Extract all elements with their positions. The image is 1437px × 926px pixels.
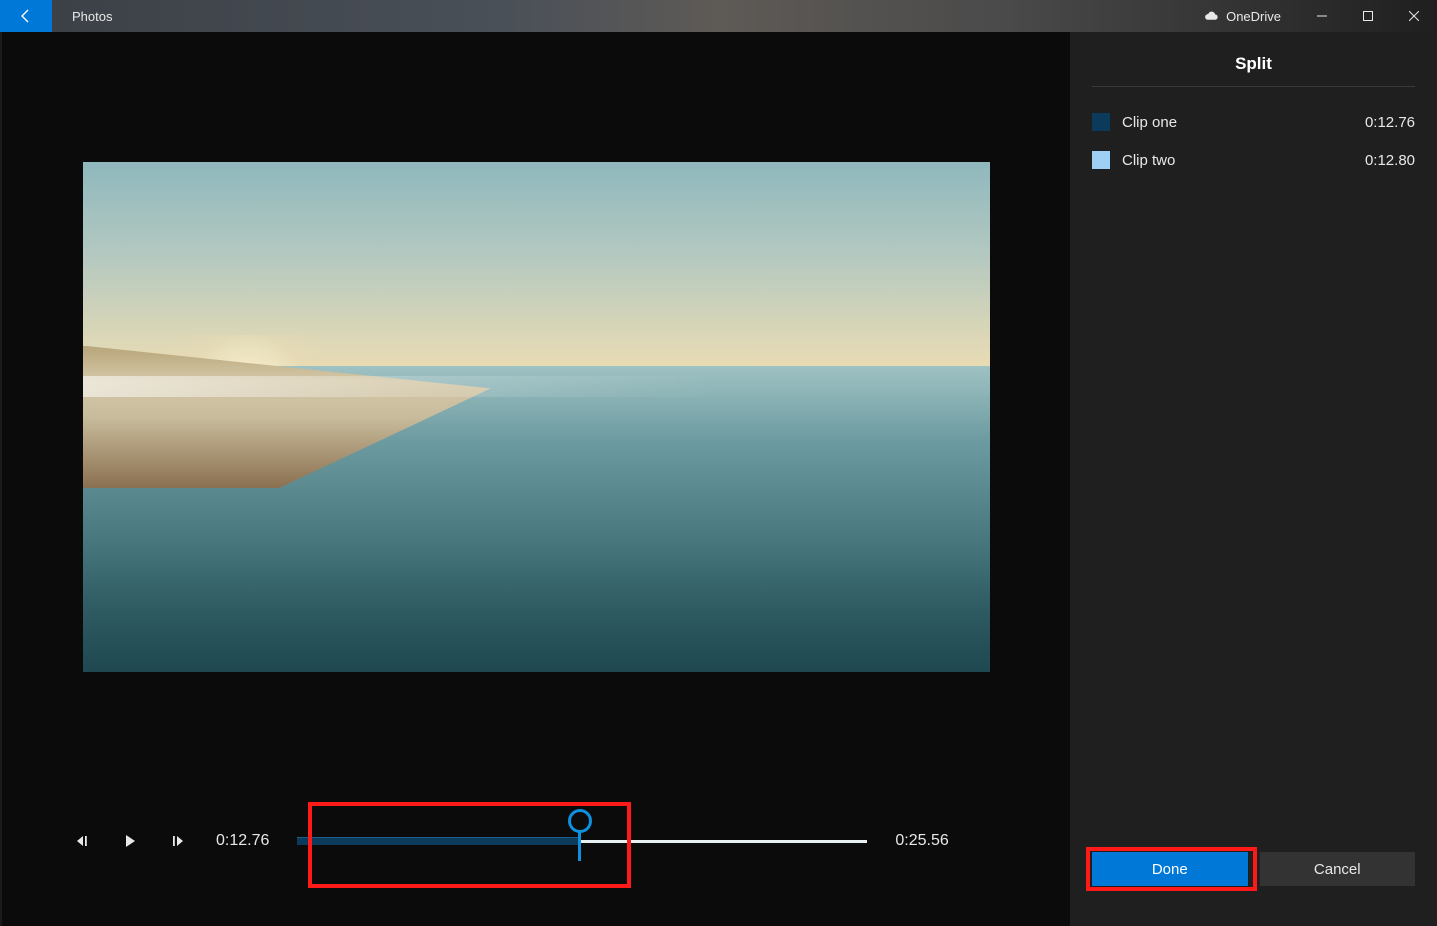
- panel-divider: [1092, 86, 1415, 87]
- title-bar: Photos OneDrive: [0, 0, 1437, 32]
- playhead-handle-icon: [568, 809, 592, 833]
- window-controls: [1299, 0, 1437, 32]
- clip-two-segment: [580, 840, 868, 843]
- cancel-button[interactable]: Cancel: [1260, 852, 1416, 886]
- close-icon: [1409, 11, 1419, 21]
- back-button[interactable]: [0, 0, 52, 32]
- clip-one-duration: 0:12.76: [1365, 114, 1415, 131]
- frame-forward-icon: [171, 834, 185, 848]
- frame-forward-button[interactable]: [168, 831, 188, 851]
- panel-footer: Done Cancel: [1092, 852, 1415, 926]
- panel-title: Split: [1092, 32, 1415, 86]
- split-playhead[interactable]: [568, 809, 592, 861]
- split-panel: Split Clip one 0:12.76 Clip two 0:12.80 …: [1070, 32, 1437, 926]
- done-button[interactable]: Done: [1092, 852, 1248, 886]
- preview-waterline: [83, 376, 990, 396]
- onedrive-label-text: OneDrive: [1226, 9, 1281, 24]
- play-button[interactable]: [120, 831, 140, 851]
- clip-two-name: Clip two: [1122, 152, 1353, 169]
- maximize-icon: [1363, 11, 1373, 21]
- clip-row-one[interactable]: Clip one 0:12.76: [1092, 103, 1415, 141]
- video-editor-area: 0:12.76 0:25.56: [0, 32, 1070, 926]
- close-button[interactable]: [1391, 0, 1437, 32]
- maximize-button[interactable]: [1345, 0, 1391, 32]
- total-time-label: 0:25.56: [895, 832, 948, 850]
- clip-two-swatch: [1092, 151, 1110, 169]
- frame-back-icon: [75, 834, 89, 848]
- minimize-button[interactable]: [1299, 0, 1345, 32]
- clip-one-name: Clip one: [1122, 114, 1353, 131]
- frame-back-button[interactable]: [72, 831, 92, 851]
- clip-one-swatch: [1092, 113, 1110, 131]
- video-preview[interactable]: [83, 162, 990, 672]
- onedrive-indicator[interactable]: OneDrive: [1204, 9, 1281, 24]
- arrow-left-icon: [18, 8, 34, 24]
- play-icon: [123, 834, 137, 848]
- minimize-icon: [1317, 11, 1327, 21]
- app-title: Photos: [72, 9, 112, 24]
- current-time-label: 0:12.76: [216, 832, 269, 850]
- split-timeline[interactable]: [297, 811, 867, 871]
- playhead-stem: [578, 831, 581, 861]
- clip-two-duration: 0:12.80: [1365, 152, 1415, 169]
- clip-row-two[interactable]: Clip two 0:12.80: [1092, 141, 1415, 179]
- cloud-icon: [1204, 11, 1220, 21]
- player-controls: 0:12.76 0:25.56: [2, 811, 1070, 871]
- clip-one-segment: [297, 837, 579, 845]
